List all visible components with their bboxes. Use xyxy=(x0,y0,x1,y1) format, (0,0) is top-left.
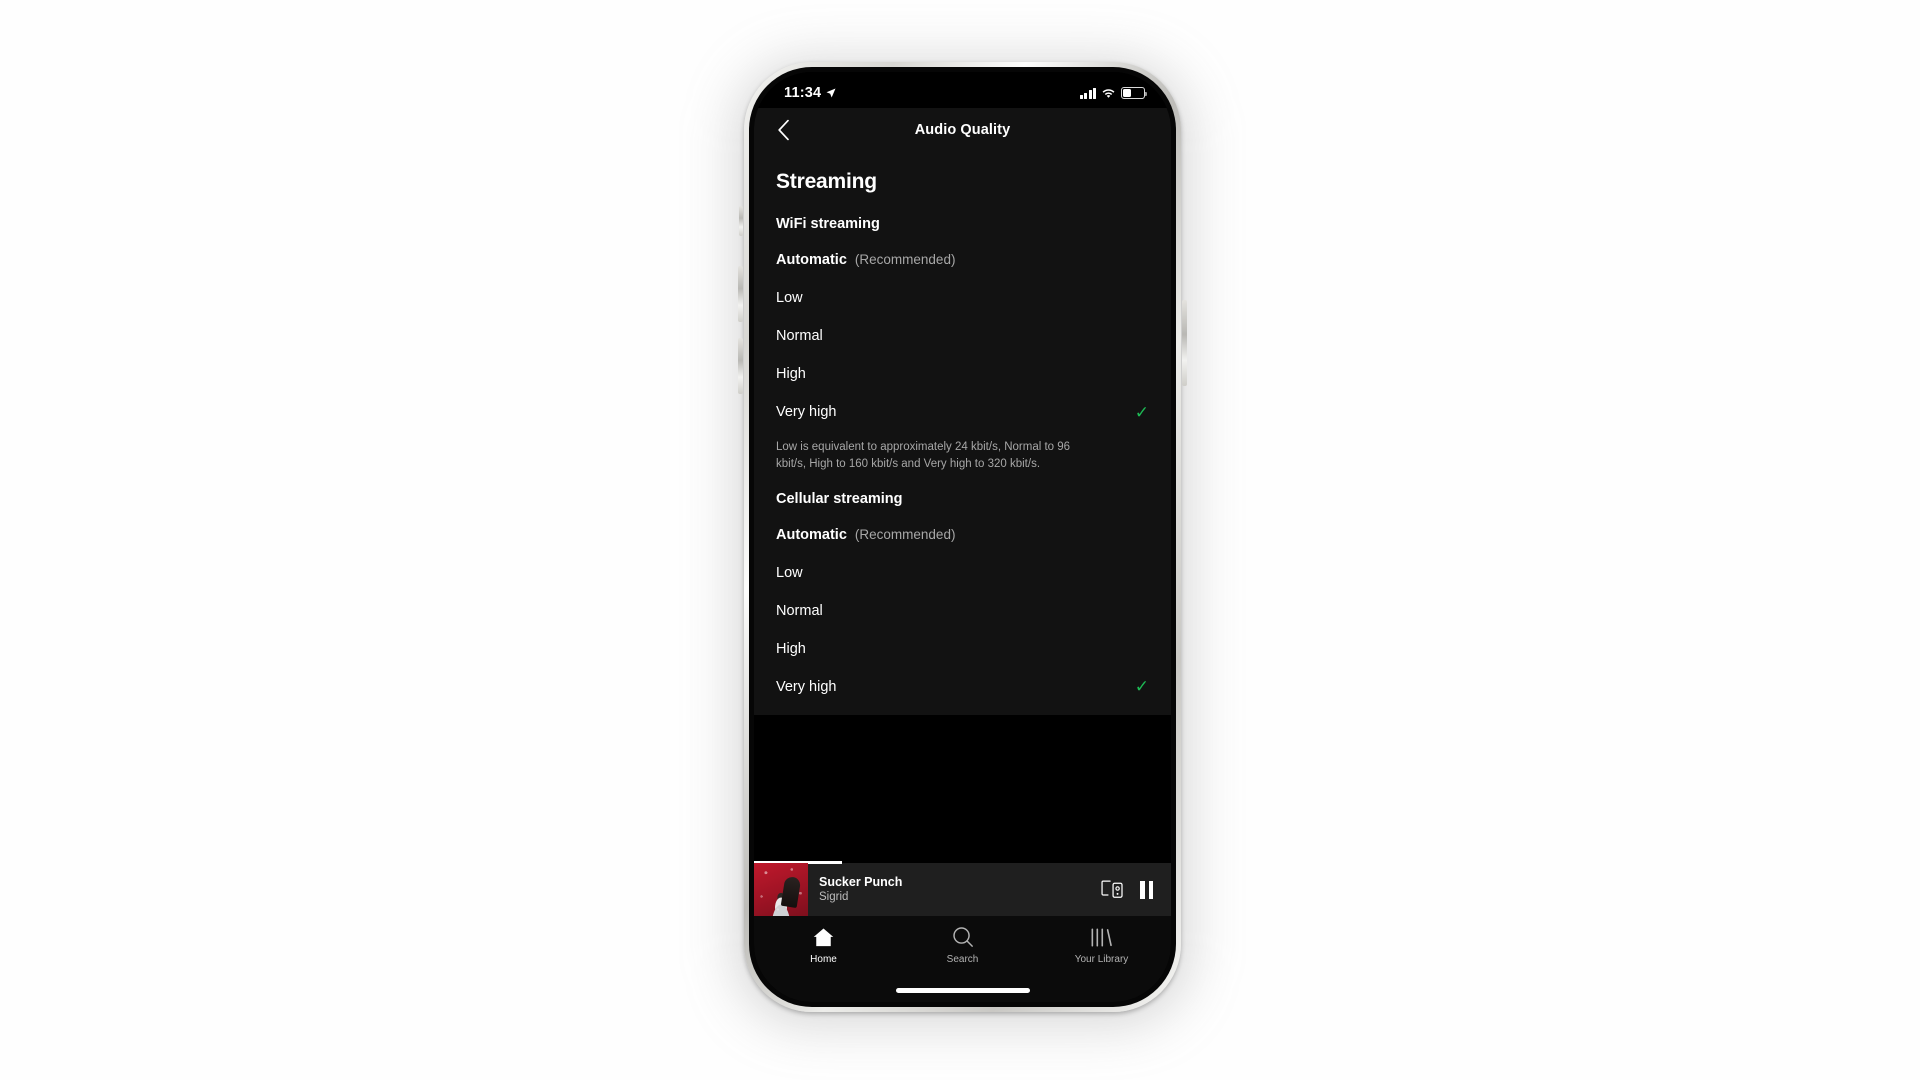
status-time-group: 11:34 xyxy=(784,85,837,101)
tab-bar: Home Search Your Library xyxy=(754,916,1171,1002)
recommended-badge: (Recommended) xyxy=(854,526,956,542)
option-label-group: Automatic (Recommended) xyxy=(776,527,955,543)
option-label-group: Low xyxy=(776,290,803,306)
album-art xyxy=(754,862,808,917)
tab-label: Home xyxy=(810,954,837,965)
option-label-group: High xyxy=(776,641,806,657)
chevron-left-icon xyxy=(777,119,789,141)
status-bar: 11:34 xyxy=(754,72,1171,108)
tab-search[interactable]: Search xyxy=(915,925,1011,965)
option-row-cellular-low[interactable]: Low xyxy=(776,554,1149,592)
quality-description: Low is equivalent to approximately 24 kb… xyxy=(776,441,1071,470)
checkmark-icon: ✓ xyxy=(1134,402,1149,422)
option-label: Normal xyxy=(776,328,823,344)
tab-home[interactable]: Home xyxy=(776,925,872,965)
location-arrow-icon xyxy=(826,88,836,98)
now-playing-bar[interactable]: Sucker Punch Sigrid xyxy=(754,861,1171,917)
home-indicator[interactable] xyxy=(895,988,1030,993)
option-row-wifi-very-high[interactable]: Very high ✓ xyxy=(776,393,1149,431)
now-playing-meta: Sucker Punch Sigrid xyxy=(808,874,1101,905)
option-row-wifi-high[interactable]: High xyxy=(776,355,1149,393)
status-time: 11:34 xyxy=(784,85,822,101)
volume-down-button[interactable] xyxy=(738,338,743,394)
power-button[interactable] xyxy=(1182,300,1187,386)
option-row-cellular-automatic[interactable]: Automatic (Recommended) xyxy=(776,516,1149,554)
option-label-group: Automatic (Recommended) xyxy=(776,252,955,268)
home-icon xyxy=(812,925,835,949)
option-label: Very high xyxy=(776,404,837,420)
option-row-wifi-normal[interactable]: Normal xyxy=(776,317,1149,355)
option-label: Low xyxy=(776,290,803,306)
option-label: Normal xyxy=(776,602,823,619)
option-label-group: Very high xyxy=(776,404,836,420)
option-label: Low xyxy=(776,564,803,581)
option-row-wifi-automatic[interactable]: Automatic (Recommended) xyxy=(776,241,1149,279)
phone-bezel: 11:34 Audio Quality Streaming WiFi strea… xyxy=(749,67,1176,1007)
page-title: Audio Quality xyxy=(914,122,1011,138)
option-label-group: High xyxy=(776,366,806,382)
option-label-group: Normal xyxy=(776,603,823,619)
tab-label: Your Library xyxy=(1074,954,1129,965)
back-button[interactable] xyxy=(768,115,798,145)
section-heading-streaming: Streaming xyxy=(776,170,877,193)
option-label: High xyxy=(776,366,806,382)
phone-frame: 11:34 Audio Quality Streaming WiFi strea… xyxy=(744,62,1181,1012)
option-label-group: Normal xyxy=(776,328,823,344)
option-row-cellular-normal[interactable]: Normal xyxy=(776,592,1149,630)
navigation-bar: Audio Quality xyxy=(754,108,1171,152)
option-label: Automatic xyxy=(776,526,847,543)
silent-switch[interactable] xyxy=(739,206,743,236)
subsection-heading-cellular: Cellular streaming xyxy=(776,490,903,507)
phone-screen: 11:34 Audio Quality Streaming WiFi strea… xyxy=(754,72,1171,1002)
checkmark-icon: ✓ xyxy=(1134,677,1149,697)
connect-to-device-icon[interactable] xyxy=(1101,880,1124,899)
option-label-group: Low xyxy=(776,565,803,581)
library-icon xyxy=(1090,925,1113,949)
screenshot-canvas: 11:34 Audio Quality Streaming WiFi strea… xyxy=(0,0,1920,1080)
option-label: Automatic xyxy=(776,252,847,268)
settings-content: Streaming WiFi streaming Automatic (Reco… xyxy=(754,152,1171,715)
status-icons xyxy=(1079,87,1148,99)
tab-your-library[interactable]: Your Library xyxy=(1054,925,1150,965)
option-label-group: Very high xyxy=(776,679,836,695)
wifi-icon xyxy=(1102,88,1115,98)
option-row-cellular-high[interactable]: High xyxy=(776,630,1149,668)
option-label: High xyxy=(776,640,806,657)
battery-icon xyxy=(1121,87,1148,99)
pause-button[interactable] xyxy=(1140,880,1153,899)
track-artist: Sigrid xyxy=(819,891,849,904)
subsection-heading-wifi: WiFi streaming xyxy=(776,216,880,232)
cellular-signal-icon xyxy=(1079,87,1096,99)
volume-up-button[interactable] xyxy=(738,266,743,322)
option-label: Very high xyxy=(776,678,837,695)
now-playing-controls xyxy=(1101,880,1171,899)
recommended-badge: (Recommended) xyxy=(854,252,956,267)
option-row-wifi-low[interactable]: Low xyxy=(776,279,1149,317)
tab-label: Search xyxy=(946,954,979,965)
option-row-cellular-very-high[interactable]: Very high ✓ xyxy=(776,668,1149,706)
track-title: Sucker Punch xyxy=(819,875,903,890)
search-icon xyxy=(952,925,974,949)
